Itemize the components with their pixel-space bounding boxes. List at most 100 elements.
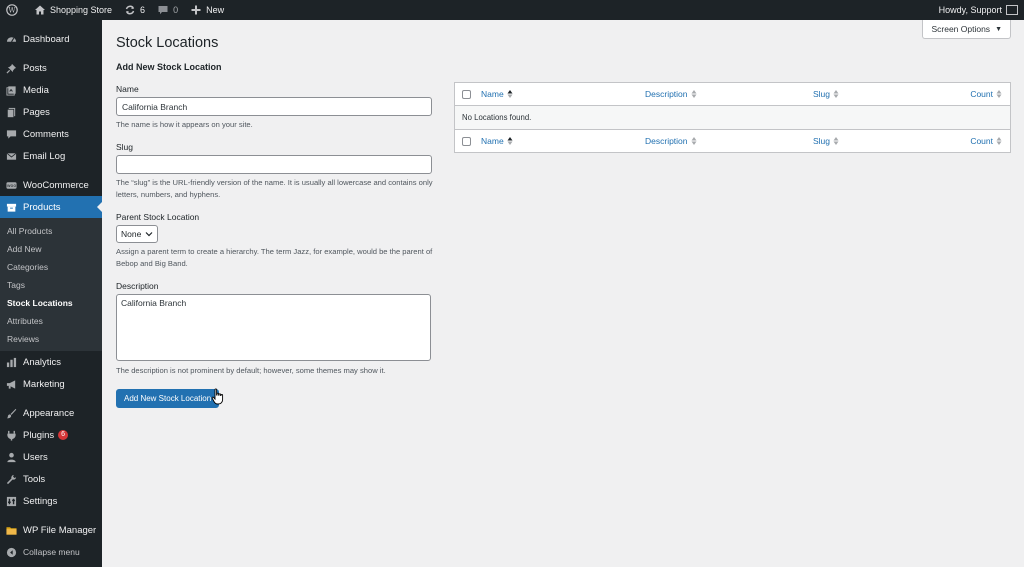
select-all-checkbox[interactable] [462, 89, 471, 99]
slug-input[interactable] [116, 155, 432, 174]
comments-link[interactable]: 0 [151, 0, 184, 20]
submenu-item-label: Categories [7, 262, 49, 272]
updates-icon [125, 5, 135, 15]
column-header-description[interactable]: Description [645, 89, 813, 99]
sidebar-item-label: Collapse menu [23, 547, 80, 557]
column-footer-slug[interactable]: Slug [813, 136, 947, 146]
sidebar-item-label: Tools [23, 473, 46, 485]
submenu-item-attributes[interactable]: Attributes [0, 312, 102, 330]
sidebar-item-pages[interactable]: Pages [0, 101, 102, 123]
name-label: Name [116, 84, 139, 94]
select-all-checkbox-footer[interactable] [462, 136, 471, 146]
sidebar-item-label: Dashboard [23, 33, 70, 45]
column-header-label: Slug [813, 89, 831, 99]
products-archive-icon [6, 203, 17, 212]
sidebar-item-dashboard[interactable]: Dashboard [0, 28, 102, 50]
screen-options-button[interactable]: Screen Options ▼ [922, 20, 1011, 39]
megaphone-icon [6, 379, 16, 389]
sidebar-item-label: Analytics [23, 356, 62, 368]
submenu-item-tags[interactable]: Tags [0, 276, 102, 294]
sidebar-item-comments[interactable]: Comments [0, 123, 102, 145]
sidebar-item-posts[interactable]: Posts [0, 57, 102, 79]
submenu-item-add-new[interactable]: Add New [0, 240, 102, 258]
description-textarea[interactable]: California Branch [116, 294, 431, 361]
description-help-text: The description is not prominent by defa… [116, 366, 386, 375]
sort-arrows-icon [996, 90, 1002, 98]
email-icon [6, 152, 17, 160]
sidebar-item-woocommerce[interactable]: woo WooCommerce [0, 174, 102, 196]
column-footer-count[interactable]: Count [947, 136, 1010, 146]
sidebar-item-label: WP File Manager [23, 524, 97, 536]
plus-icon [191, 5, 201, 15]
sidebar-item-marketing[interactable]: Marketing [0, 373, 102, 395]
submenu-item-all-products[interactable]: All Products [0, 222, 102, 240]
add-new-stock-location-button[interactable]: Add New Stock Location [116, 389, 220, 408]
parent-location-label: Parent Stock Location [116, 212, 200, 222]
column-header-label: Name [481, 89, 504, 99]
sidebar-item-analytics[interactable]: Analytics [0, 351, 102, 373]
updates-count: 6 [140, 5, 146, 15]
form-heading: Add New Stock Location [116, 62, 222, 72]
submenu-item-categories[interactable]: Categories [0, 258, 102, 276]
column-header-label: Slug [813, 136, 831, 146]
sidebar-item-label: Pages [23, 106, 50, 118]
sidebar-item-label: WooCommerce [23, 179, 89, 191]
parent-location-help-text: Assign a parent term to create a hierarc… [116, 247, 433, 268]
column-header-slug[interactable]: Slug [813, 89, 947, 99]
site-name-link[interactable]: Shopping Store [28, 0, 118, 20]
name-help-text: The name is how it appears on your site. [116, 120, 253, 129]
stock-locations-table: Name Description Slug Count No Locations… [454, 82, 1011, 153]
sidebar-item-appearance[interactable]: Appearance [0, 402, 102, 424]
sidebar-item-label: Users [23, 451, 48, 463]
add-stock-location-form: Add New Stock Location Name The name is … [116, 62, 434, 408]
page-title: Stock Locations [116, 35, 219, 51]
sidebar-item-label: Appearance [23, 407, 75, 419]
column-footer-name[interactable]: Name [481, 136, 645, 146]
pushpin-icon [6, 63, 17, 74]
sidebar-item-plugins[interactable]: Plugins 6 [0, 424, 102, 446]
svg-text:woo: woo [7, 184, 17, 189]
wordpress-logo-link[interactable]: W [0, 0, 28, 20]
column-footer-description[interactable]: Description [645, 136, 813, 146]
sidebar-item-label: Settings [23, 495, 58, 507]
sidebar-item-label: Email Log [23, 150, 66, 162]
updates-link[interactable]: 6 [118, 0, 151, 20]
collapse-menu-button[interactable]: Collapse menu [0, 541, 102, 563]
collapse-arrow-icon [6, 547, 17, 557]
wordpress-logo-icon: W [6, 4, 18, 16]
slug-label: Slug [116, 142, 134, 152]
plugin-icon [7, 430, 16, 441]
column-header-name[interactable]: Name [481, 89, 645, 99]
sidebar-item-media[interactable]: Media [0, 79, 102, 101]
column-header-label: Description [645, 89, 688, 99]
sidebar-item-products[interactable]: Products [0, 196, 102, 218]
sort-arrows-icon [996, 137, 1002, 145]
comment-bubble-icon [158, 6, 168, 15]
submenu-item-reviews[interactable]: Reviews [0, 330, 102, 348]
bar-chart-icon [6, 357, 17, 367]
table-header-row: Name Description Slug Count [455, 83, 1010, 106]
products-submenu: All Products Add New Categories Tags Sto… [0, 218, 102, 351]
sidebar-item-email-log[interactable]: Email Log [0, 145, 102, 167]
column-header-count[interactable]: Count [947, 89, 1010, 99]
name-input[interactable] [116, 97, 432, 116]
screen-options-label: Screen Options [931, 24, 991, 34]
woocommerce-icon: woo [6, 181, 17, 189]
sidebar-item-wp-file-manager[interactable]: WP File Manager [0, 519, 102, 541]
sidebar-item-settings[interactable]: Settings [0, 490, 102, 512]
sidebar-item-label: Comments [23, 128, 69, 140]
sort-arrows-icon [833, 137, 839, 145]
caret-down-icon: ▼ [995, 25, 1002, 33]
new-content-link[interactable]: New [184, 0, 230, 20]
sidebar-item-users[interactable]: Users [0, 446, 102, 468]
main-content: Screen Options ▼ Stock Locations Add New… [102, 20, 1024, 567]
submenu-item-label: Tags [7, 280, 25, 290]
sidebar-item-label: Marketing [23, 378, 65, 390]
parent-location-select[interactable]: None [116, 225, 159, 243]
sidebar-item-tools[interactable]: Tools [0, 468, 102, 490]
site-name: Shopping Store [50, 5, 113, 15]
no-items-message: No Locations found. [462, 113, 532, 122]
submenu-item-stock-locations[interactable]: Stock Locations [0, 294, 102, 312]
howdy-text: Howdy, Support [938, 5, 1002, 15]
my-account-link[interactable]: Howdy, Support [933, 0, 1024, 20]
